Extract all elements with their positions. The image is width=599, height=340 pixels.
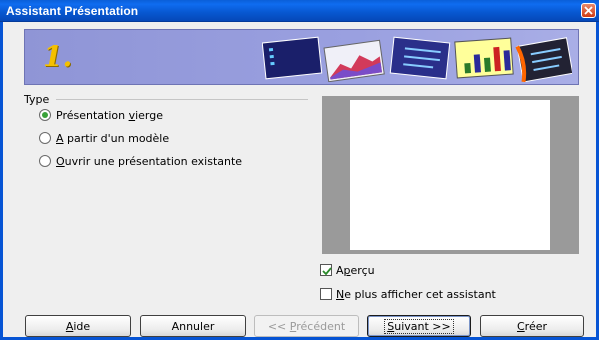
close-icon[interactable] — [581, 3, 596, 18]
create-button[interactable]: Créer — [480, 315, 584, 337]
slides-illustration-icon — [262, 36, 572, 82]
window-title: Assistant Présentation — [6, 4, 139, 18]
step-number: 1. — [43, 40, 73, 73]
option-label: A partir d'un modèle — [56, 131, 170, 145]
no-show-label: Ne plus afficher cet assistant — [336, 287, 496, 301]
help-button[interactable]: Aide — [25, 315, 131, 337]
cancel-button[interactable]: Annuler — [140, 315, 246, 337]
option-label: Ouvrir une présentation existante — [56, 154, 243, 168]
no-show-checkbox-row[interactable]: Ne plus afficher cet assistant — [320, 286, 496, 302]
preview-checkbox-row[interactable]: Aperçu — [320, 262, 375, 278]
radio-button[interactable] — [39, 155, 51, 167]
radio-button[interactable] — [39, 132, 51, 144]
wizard-banner: 1. — [24, 29, 579, 85]
radio-open-existing[interactable]: Ouvrir une présentation existante — [39, 153, 242, 169]
radio-blank-presentation[interactable]: Présentation vierge — [39, 107, 163, 123]
preview-slide — [350, 100, 550, 250]
radio-button-checked[interactable] — [39, 109, 51, 121]
checkbox[interactable] — [320, 288, 332, 300]
option-label: Présentation vierge — [56, 108, 164, 122]
radio-from-template[interactable]: A partir d'un modèle — [39, 130, 169, 146]
previous-button[interactable]: << Précédent — [254, 315, 359, 337]
type-group-label: Type — [24, 93, 50, 106]
preview-label: Aperçu — [336, 263, 375, 277]
checkbox-checked[interactable] — [320, 264, 332, 276]
title-bar[interactable]: Assistant Présentation — [0, 0, 599, 22]
preview-pane — [322, 96, 579, 254]
next-button[interactable]: Suivant >> — [367, 315, 471, 337]
group-divider — [56, 99, 308, 100]
